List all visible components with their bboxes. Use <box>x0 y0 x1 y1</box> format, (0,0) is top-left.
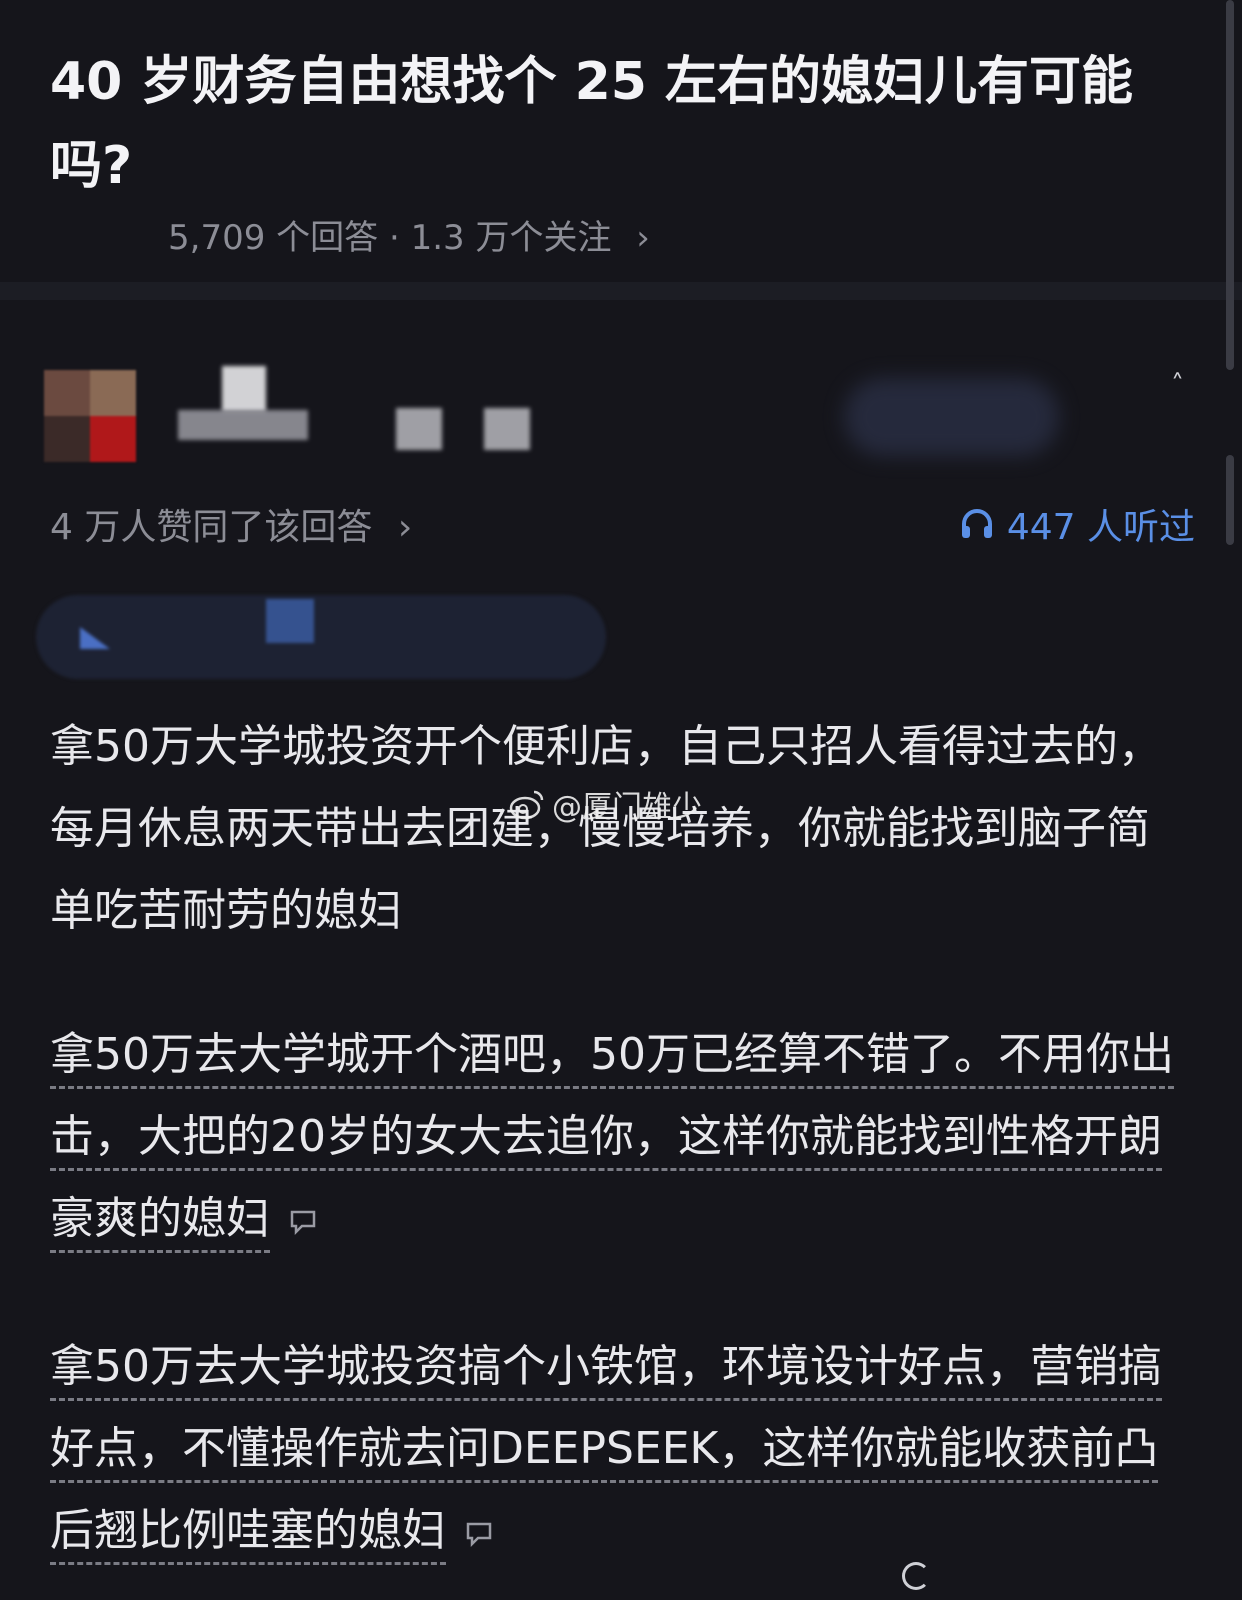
paragraph-text: 拿50万去大学城投资搞个小铁馆，环境设计好点，营销搞好点，不懂操作就去问DEEP… <box>50 1341 1162 1565</box>
question-meta[interactable]: 5,709 个回答 · 1.3 万个关注 › <box>168 210 650 259</box>
avatar[interactable] <box>44 370 136 462</box>
answer-stats: 4 万人赞同了该回答 › 447 人听过 <box>50 498 1195 548</box>
paragraph-text: 拿50万大学城投资开个便利店，自己只招人看得过去的，每月休息两天带出去团建，慢慢… <box>50 721 1162 936</box>
answer-author-row: ˄ <box>44 358 1194 468</box>
likes-link[interactable]: 4 万人赞同了该回答 › <box>50 498 412 550</box>
badge-redacted-2 <box>484 408 530 450</box>
weibo-watermark: @厦门雄少 <box>508 782 702 826</box>
answer-paragraph-3[interactable]: 拿50万去大学城投资搞个小铁馆，环境设计好点，营销搞好点，不懂操作就去问DEEP… <box>50 1326 1190 1572</box>
audio-player-bar[interactable] <box>36 595 606 679</box>
follow-button[interactable] <box>844 378 1059 456</box>
author-name-redacted[interactable] <box>222 366 266 412</box>
listen-count[interactable]: 447 人听过 <box>959 498 1195 550</box>
listen-text: 447 人听过 <box>1006 507 1195 548</box>
comment-icon[interactable] <box>288 1206 318 1236</box>
answer-paragraph-1: 拿50万大学城投资开个便利店，自己只招人看得过去的，每月休息两天带出去团建，慢慢… <box>50 706 1190 952</box>
section-divider <box>0 282 1242 300</box>
watermark-text: @厦门雄少 <box>552 790 702 825</box>
followers-count: 1.3 万个关注 <box>410 218 612 258</box>
chevron-right-icon: › <box>397 507 413 548</box>
paragraph-text: 拿50万去大学城开个酒吧，50万已经算不错了。不用你出击，大把的20岁的女大去追… <box>50 1029 1174 1253</box>
author-bio-redacted <box>178 410 308 440</box>
meta-dot: · <box>388 218 400 258</box>
badge-redacted <box>396 408 442 450</box>
chevron-right-icon: › <box>636 218 650 258</box>
loading-spinner-icon <box>902 1562 930 1590</box>
likes-text: 4 万人赞同了该回答 <box>50 507 373 548</box>
question-title[interactable]: 40 岁财务自由想找个 25 左右的媳妇儿有可能吗? <box>50 40 1190 208</box>
scrollbar-thumb-secondary[interactable] <box>1226 455 1234 545</box>
weibo-icon <box>509 790 544 820</box>
answers-count: 5,709 个回答 <box>168 218 379 258</box>
scrollbar-thumb[interactable] <box>1226 0 1234 370</box>
more-icon[interactable]: ˄ <box>1171 370 1184 400</box>
comment-icon[interactable] <box>464 1518 494 1548</box>
headphones-icon <box>961 509 992 538</box>
answer-paragraph-2[interactable]: 拿50万去大学城开个酒吧，50万已经算不错了。不用你出击，大把的20岁的女大去追… <box>50 1014 1190 1260</box>
audio-waveform-redacted <box>266 599 314 643</box>
play-icon[interactable] <box>76 623 114 653</box>
